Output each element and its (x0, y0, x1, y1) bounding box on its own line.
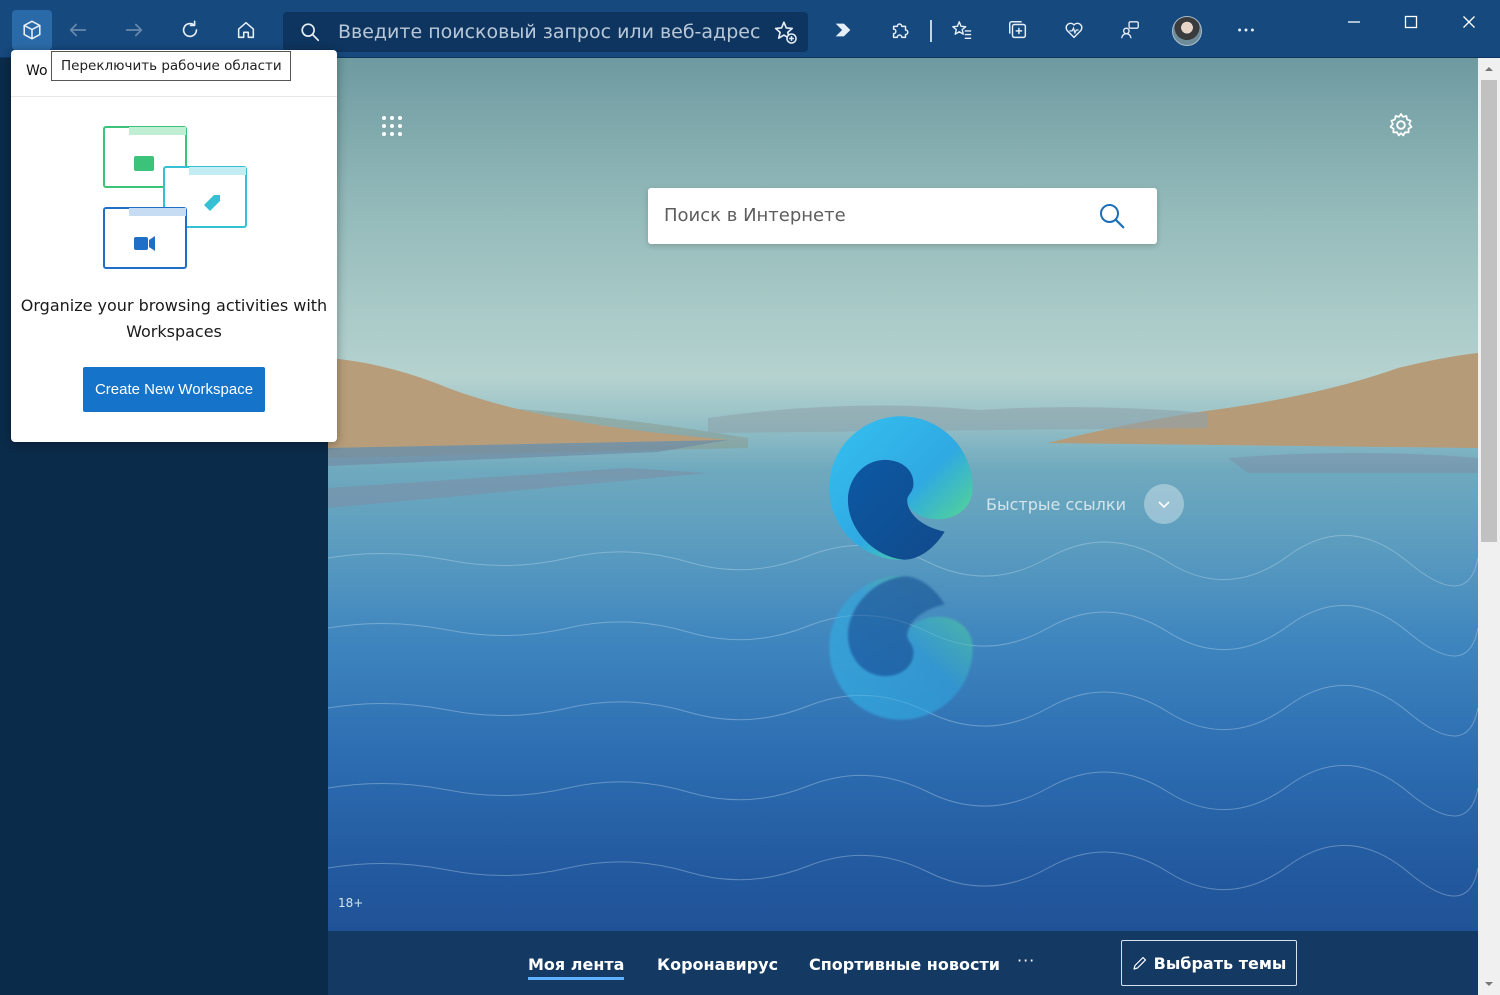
home-icon (237, 21, 255, 39)
age-rating-badge: 18+ (338, 896, 364, 910)
collections-button[interactable] (998, 10, 1038, 50)
minimize-button[interactable] (1335, 8, 1373, 36)
switch-workspaces-tooltip: Переключить рабочие области (51, 51, 291, 81)
scroll-up-arrow-icon[interactable] (1483, 63, 1495, 75)
news-feed-bar: Моя лента Коронавирус Спортивные новости… (328, 931, 1478, 995)
feed-tab-my-feed[interactable]: Моя лента (528, 955, 625, 980)
favorites-icon (952, 21, 972, 39)
toolbar-divider (930, 20, 932, 42)
workspaces-illustration (103, 126, 247, 269)
share-button[interactable] (1110, 10, 1150, 50)
feed-more-button[interactable]: ··· (1017, 951, 1035, 970)
refresh-icon (182, 20, 198, 38)
app-launcher-icon[interactable] (380, 114, 404, 138)
scroll-down-arrow-icon[interactable] (1483, 978, 1495, 990)
minimize-icon (1348, 21, 1360, 23)
workspaces-popup: Wo Organize your browsing activities wit… (11, 50, 337, 442)
quick-links-toggle[interactable] (1144, 484, 1184, 524)
new-tab-page: Поиск в Интернете Быстрые ссылки 18+ Моя… (328, 58, 1478, 995)
gear-icon[interactable] (1387, 111, 1415, 139)
performance-button[interactable] (1054, 10, 1094, 50)
forward-button[interactable] (114, 10, 154, 50)
maximize-button[interactable] (1392, 8, 1430, 36)
scroll-thumb[interactable] (1481, 80, 1497, 542)
quick-links-label[interactable]: Быстрые ссылки (986, 495, 1126, 514)
arrow-right-icon (125, 23, 143, 37)
back-button[interactable] (58, 10, 98, 50)
page-scrollbar[interactable] (1478, 58, 1500, 995)
close-button[interactable] (1450, 8, 1488, 36)
profile-avatar[interactable] (1172, 16, 1202, 46)
popup-description: Organize your browsing activities with W… (20, 296, 328, 341)
extensions-button[interactable] (880, 10, 920, 50)
web-search-box[interactable]: Поиск в Интернете (648, 188, 1157, 244)
address-input-placeholder[interactable]: Введите поисковый запрос или веб-адрес (338, 21, 760, 43)
edge-logo-reflection (829, 576, 973, 720)
refresh-button[interactable] (170, 10, 210, 50)
address-bar[interactable]: Введите поисковый запрос или веб-адрес (283, 12, 808, 52)
workspaces-icon (23, 20, 41, 40)
favorites-button[interactable] (942, 10, 982, 50)
search-icon (301, 23, 320, 42)
choose-topics-label: Выбрать темы (1153, 953, 1287, 973)
feed-tab-coronavirus[interactable]: Коронавирус (657, 955, 778, 974)
arrow-left-icon (69, 23, 87, 37)
choose-topics-button[interactable]: Выбрать темы (1121, 940, 1297, 986)
search-icon[interactable] (1097, 201, 1127, 231)
web-search-input[interactable]: Поиск в Интернете (664, 205, 846, 226)
share-icon (1121, 21, 1139, 39)
heart-pulse-icon (1065, 22, 1083, 39)
close-icon (1463, 16, 1475, 28)
workspaces-button[interactable] (12, 10, 52, 50)
maximize-icon (1404, 15, 1418, 29)
collections-icon (1009, 21, 1027, 39)
play-icon (835, 23, 851, 37)
puzzle-icon (892, 23, 909, 39)
popup-header: Wo (26, 63, 48, 79)
create-workspace-button[interactable]: Create New Workspace (83, 367, 265, 412)
pencil-icon (1133, 956, 1146, 970)
home-button[interactable] (226, 10, 266, 50)
more-icon (1238, 28, 1254, 32)
media-button[interactable] (823, 10, 863, 50)
edge-logo-icon (829, 416, 973, 560)
star-add-icon[interactable] (772, 19, 798, 45)
popup-divider (11, 96, 337, 97)
chevron-down-icon (1158, 501, 1170, 509)
feed-tab-sports[interactable]: Спортивные новости (809, 955, 1000, 974)
more-button[interactable] (1226, 10, 1266, 50)
